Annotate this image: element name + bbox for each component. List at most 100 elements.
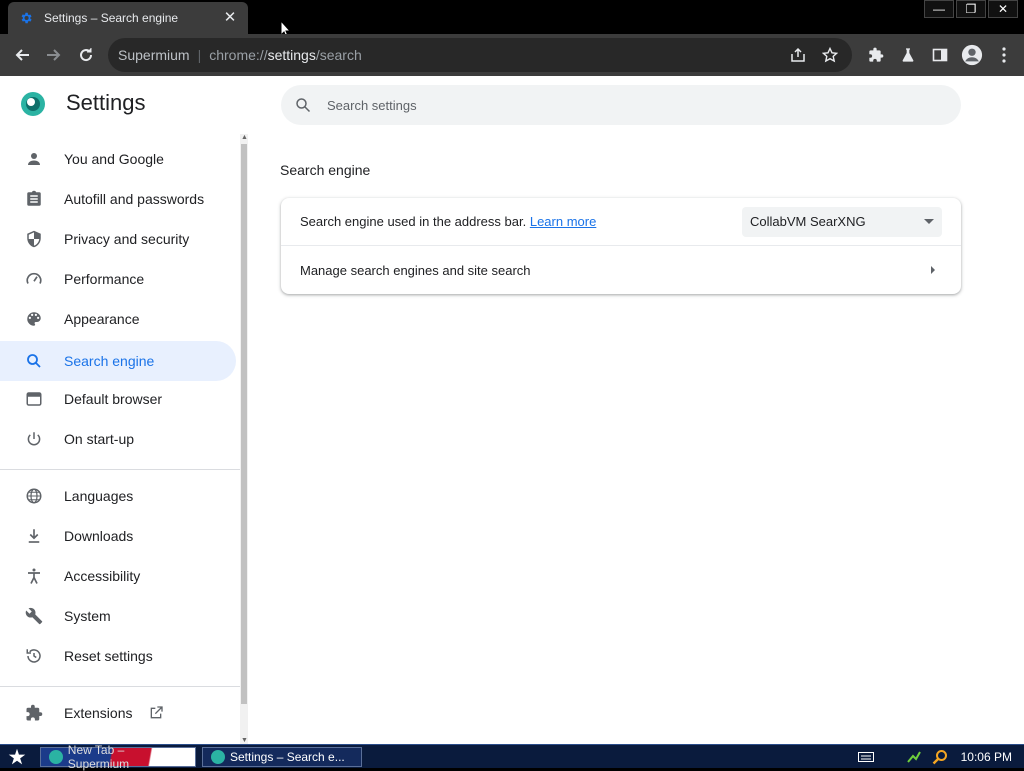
settings-sidebar: You and Google Autofill and passwords Pr… [0, 136, 240, 744]
sidebar-item-search-engine[interactable]: Search engine [0, 341, 236, 381]
close-window-button[interactable]: ✕ [988, 0, 1018, 18]
sidebar-item-default-browser[interactable]: Default browser [0, 379, 236, 419]
browser-window-icon [22, 387, 46, 411]
search-icon [22, 349, 46, 373]
network-icon[interactable] [905, 749, 923, 765]
bookmark-star-icon[interactable] [816, 41, 844, 69]
sidebar-item-label: Extensions [64, 705, 133, 721]
supermium-app-icon [49, 749, 63, 764]
reload-icon [80, 48, 93, 62]
url-path: /search [315, 47, 362, 63]
sidebar-item-languages[interactable]: Languages [0, 476, 236, 516]
search-engine-card: Search engine used in the address bar. L… [281, 198, 961, 294]
url-scheme: chrome:// [209, 47, 268, 63]
wrench-icon [22, 604, 46, 628]
forward-arrow-icon [47, 49, 61, 61]
sidebar-item-label: Languages [64, 488, 134, 504]
default-search-engine-row: Search engine used in the address bar. L… [281, 198, 961, 246]
omnibox-origin-chip: Supermium [118, 47, 190, 63]
profile-avatar-icon[interactable] [956, 38, 988, 72]
search-engine-select[interactable]: CollabVM SearXNG [742, 206, 942, 237]
back-button[interactable] [6, 39, 38, 71]
sidebar-item-label: Appearance [64, 311, 140, 327]
sidebar-item-label: Reset settings [64, 648, 153, 664]
supermium-logo-icon [21, 92, 45, 116]
sidebar-item-extensions[interactable]: Extensions [0, 693, 236, 733]
sidebar-item-reset-settings[interactable]: Reset settings [0, 636, 236, 676]
sidebar-item-system[interactable]: System [0, 596, 236, 636]
reload-button[interactable] [70, 39, 102, 71]
person-icon [22, 147, 46, 171]
sidebar-divider [0, 469, 240, 470]
browser-toolbar: Supermium | chrome://settings/search [0, 34, 1024, 76]
url-host: settings [267, 47, 316, 63]
row-label-text: Search engine used in the address bar. [300, 214, 527, 229]
magnifier-icon[interactable] [931, 749, 949, 765]
taskbar-item-label: Settings – Search e... [230, 749, 345, 764]
sidebar-item-label: Downloads [64, 528, 134, 544]
select-value: CollabVM SearXNG [750, 214, 866, 229]
scroll-up-arrow-icon[interactable]: ▲ [241, 134, 248, 141]
scroll-down-arrow-icon[interactable]: ▼ [241, 737, 248, 744]
restore-button[interactable]: ❐ [956, 0, 986, 18]
learn-more-link[interactable]: Learn more [530, 214, 596, 229]
clock[interactable]: 10:06 PM [961, 750, 1012, 764]
sidebar-item-on-startup[interactable]: On start-up [0, 419, 236, 459]
sidebar-item-accessibility[interactable]: Accessibility [0, 556, 236, 596]
taskbar-item-label: New Tab – Supermium [67, 742, 130, 771]
open-in-new-icon [148, 705, 164, 721]
minimize-button[interactable]: — [924, 0, 954, 18]
sidebar-item-label: System [64, 608, 111, 624]
taskbar-item-settings[interactable]: Settings – Search e... [202, 746, 362, 767]
manage-search-engines-row[interactable]: Manage search engines and site search [281, 246, 961, 294]
accessibility-icon [22, 564, 46, 588]
labs-flask-icon[interactable] [892, 38, 924, 72]
speedometer-icon [22, 267, 46, 291]
browser-title-bar: Settings – Search engine ✕ — ❐ ✕ [0, 0, 1024, 38]
close-tab-icon[interactable]: ✕ [222, 10, 238, 26]
shield-icon [22, 227, 46, 251]
chevron-down-icon [924, 219, 934, 224]
scrollbar-thumb[interactable] [241, 144, 247, 704]
clipboard-icon [22, 187, 46, 211]
extensions-puzzle-icon[interactable] [860, 38, 892, 72]
sidebar-divider [0, 686, 240, 687]
os-taskbar: New Tab – Supermium Settings – Search e.… [0, 743, 1024, 771]
sidebar-item-downloads[interactable]: Downloads [0, 516, 236, 556]
sidebar-item-label: Autofill and passwords [64, 191, 205, 207]
sidebar-item-label: Performance [64, 271, 145, 287]
settings-header: Settings Search settings [0, 76, 1024, 132]
sidebar-item-label: Default browser [64, 391, 163, 407]
tab-title: Settings – Search engine [44, 11, 179, 25]
keyboard-icon[interactable] [857, 749, 875, 765]
more-menu-icon[interactable] [988, 38, 1020, 72]
puzzle-icon [22, 701, 46, 725]
sidebar-item-label: Privacy and security [64, 231, 190, 247]
settings-page: Settings Search settings You and Google … [0, 76, 1024, 744]
sidebar-item-autofill[interactable]: Autofill and passwords [0, 179, 236, 219]
forward-button[interactable] [38, 39, 70, 71]
default-search-engine-label: Search engine used in the address bar. L… [300, 214, 742, 229]
start-button[interactable] [0, 745, 34, 769]
side-panel-icon[interactable] [924, 38, 956, 72]
sidebar-item-performance[interactable]: Performance [0, 259, 236, 299]
section-title: Search engine [280, 162, 371, 178]
sidebar-item-privacy[interactable]: Privacy and security [0, 219, 236, 259]
toolbar-actions [860, 38, 1020, 72]
sidebar-item-appearance[interactable]: Appearance [0, 299, 236, 339]
search-icon [296, 98, 311, 113]
sidebar-item-label: Accessibility [64, 568, 141, 584]
gear-icon [18, 10, 34, 26]
manage-search-engines-label: Manage search engines and site search [300, 262, 531, 278]
sidebar-item-label: You and Google [64, 151, 164, 167]
share-icon[interactable] [784, 41, 812, 69]
back-arrow-icon [15, 49, 29, 61]
sidebar-scrollbar[interactable]: ▲ ▼ [240, 134, 248, 744]
start-star-icon [8, 748, 26, 764]
address-bar[interactable]: Supermium | chrome://settings/search [108, 38, 852, 72]
search-settings-input[interactable]: Search settings [281, 85, 961, 125]
taskbar-item-new-tab[interactable]: New Tab – Supermium [40, 743, 196, 771]
sidebar-item-you-and-google[interactable]: You and Google [0, 139, 236, 179]
omnibox-separator: | [197, 47, 202, 63]
tab-settings[interactable]: Settings – Search engine ✕ [8, 2, 248, 34]
